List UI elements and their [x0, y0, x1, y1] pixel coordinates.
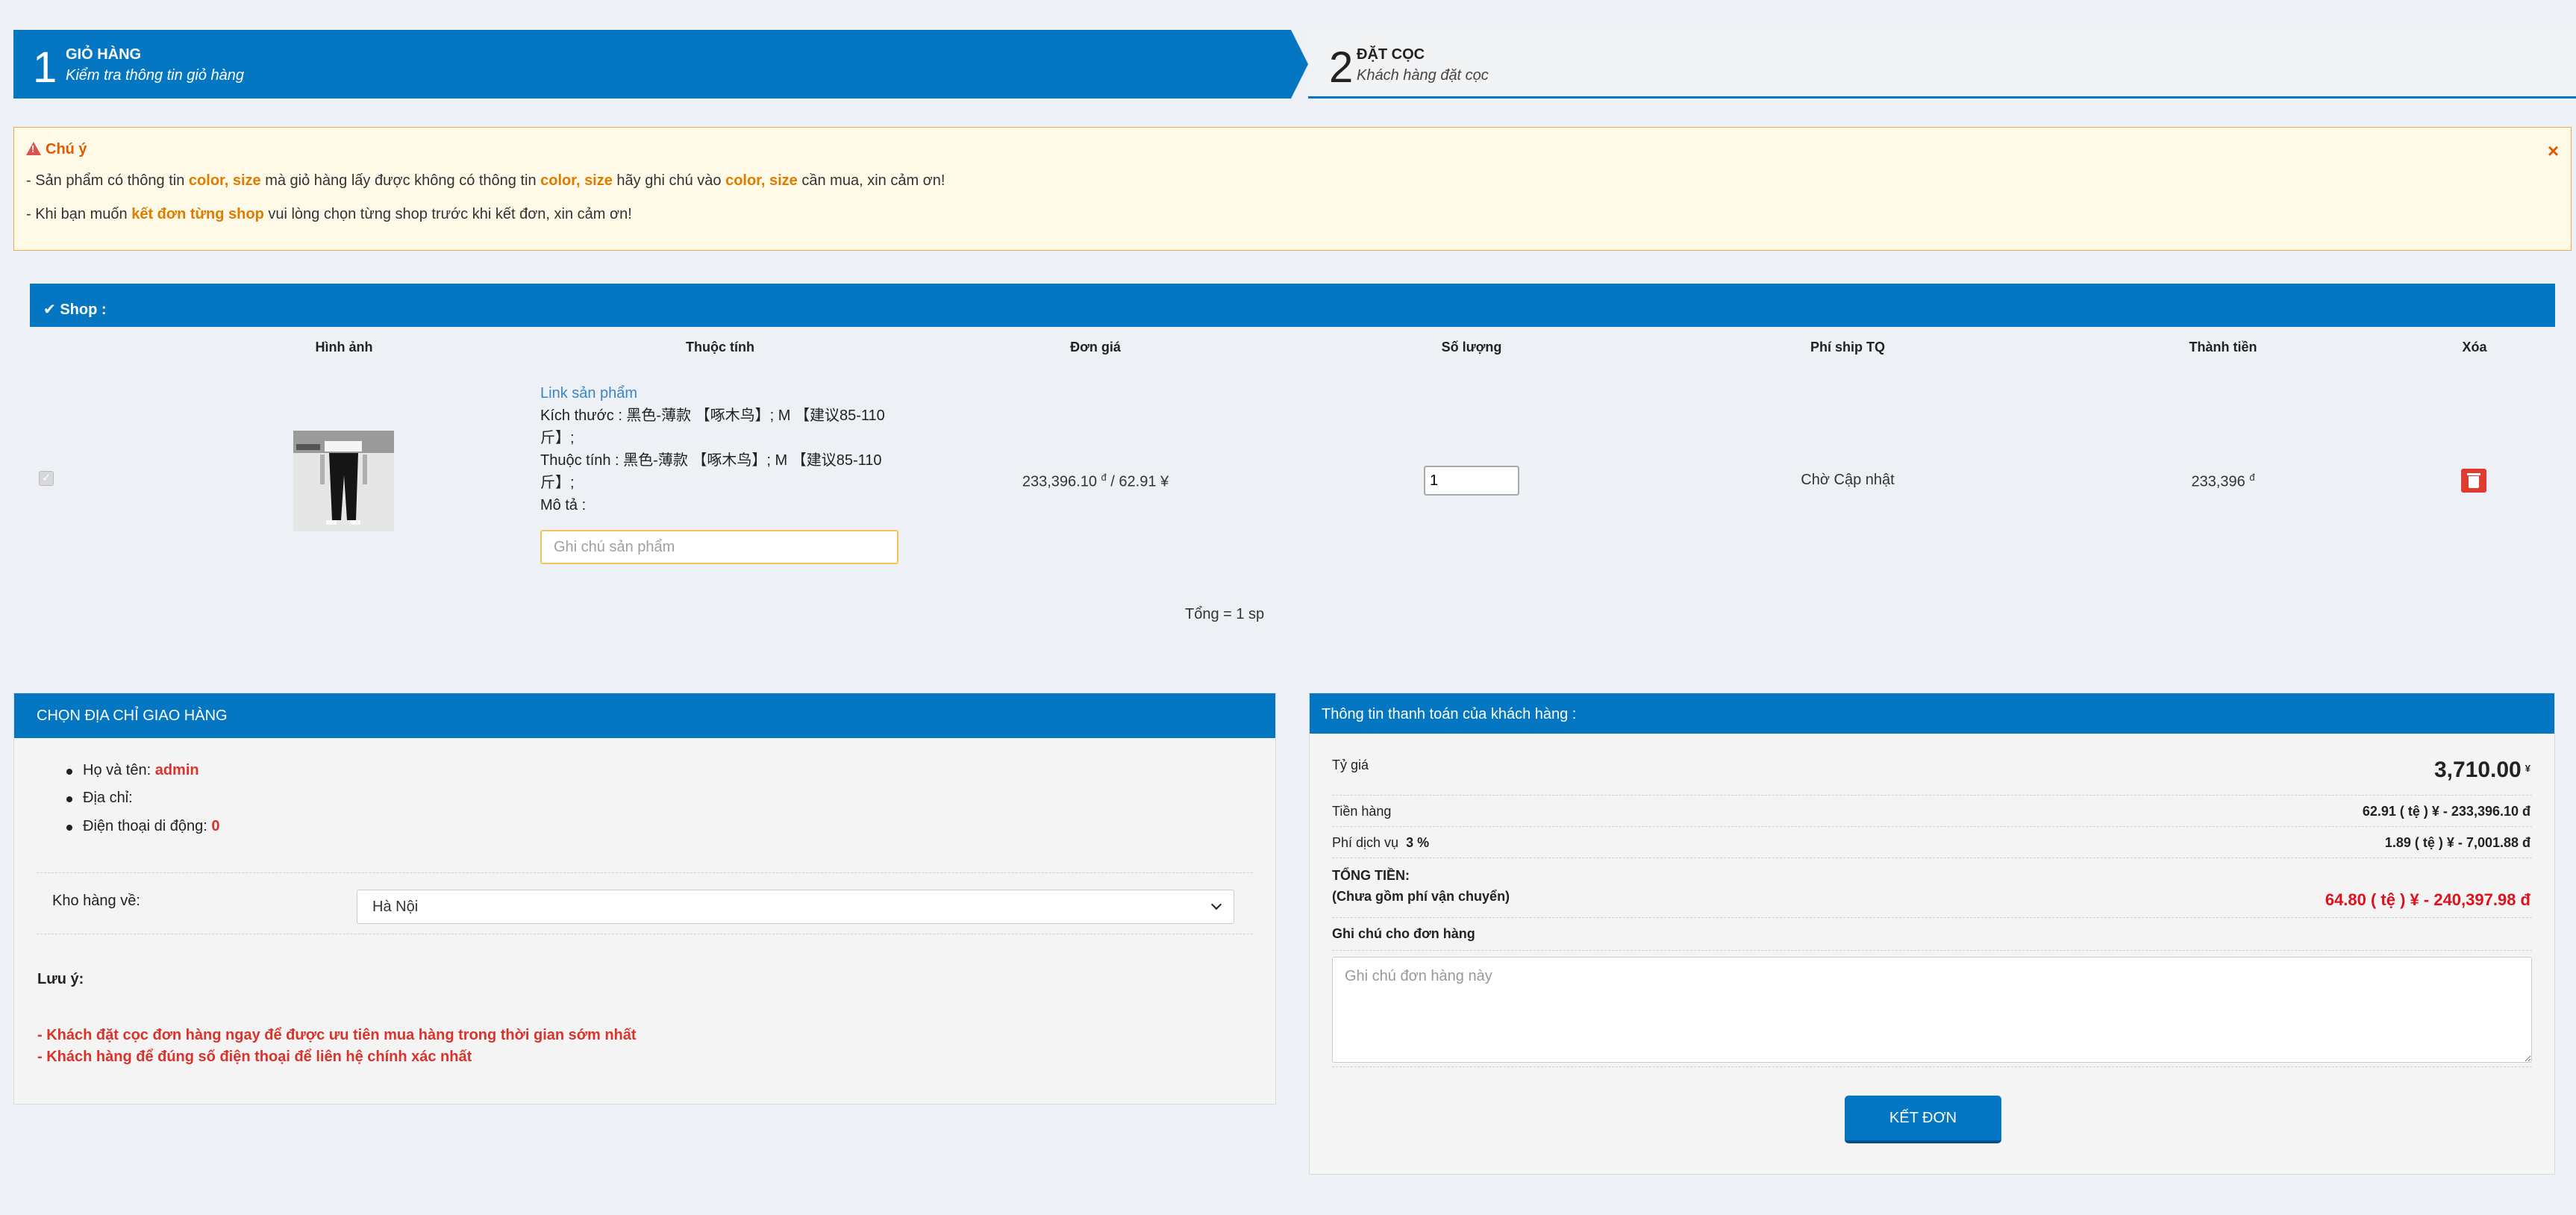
- yuan-symbol: ¥: [2525, 763, 2530, 774]
- currency-symbol: đ: [1101, 472, 1107, 483]
- product-note-input[interactable]: [540, 530, 898, 564]
- step-number: 1: [33, 43, 57, 92]
- ship-fee-value: Chờ Cập nhật: [1801, 472, 1895, 488]
- unit-price: 233,396.10 đ / 62.91 ¥: [1022, 472, 1169, 491]
- checkout-steps: 1 GIỎ HÀNG Kiểm tra thông tin giỏ hàng 2…: [13, 30, 2576, 99]
- attribute-line: 斤】;: [540, 475, 575, 491]
- notice-highlight: color, size: [188, 172, 261, 189]
- column-header-quantity: Số lượng: [1441, 340, 1502, 354]
- notice-text: mà giỏ hàng lấy được không có thông tin: [260, 172, 541, 189]
- divider: [1332, 795, 2532, 796]
- warehouse-label: Kho hàng về:: [52, 893, 140, 909]
- phone-label: Điện thoại di động:: [83, 818, 212, 834]
- total-count: Tổng = 1 sp: [1185, 606, 1265, 622]
- notice-line-2: - Khi bạn muốn kết đơn từng shop vui lòn…: [26, 206, 632, 223]
- column-header-delete: Xóa: [2462, 340, 2487, 354]
- customer-phone: Điện thoại di động: 0: [66, 818, 220, 835]
- product-link[interactable]: Link sản phẩm: [540, 382, 906, 405]
- divider: [1332, 826, 2532, 827]
- note-line: - Khách đặt cọc đơn hàng ngay để được ưu…: [37, 1027, 637, 1043]
- product-attributes: Link sản phẩm Kích thước : 黑色-薄款 【啄木鸟】; …: [540, 382, 906, 516]
- step-subtitle: Khách hàng đặt cọc: [1357, 67, 1489, 84]
- service-fee-text: Phí dịch vụ: [1332, 835, 1399, 850]
- divider: [37, 872, 1253, 873]
- warning-icon: [26, 142, 41, 155]
- size-line: 斤】;: [540, 430, 575, 446]
- total-label: TỔNG TIỀN:: [1332, 868, 1410, 883]
- step-subtitle: Kiểm tra thông tin giỏ hàng: [66, 67, 245, 84]
- currency-symbol: đ: [2249, 472, 2255, 483]
- chevron-down-icon: [1210, 899, 1222, 911]
- column-header-attributes: Thuộc tính: [686, 340, 754, 354]
- exchange-rate-label: Tỷ giá: [1332, 758, 1369, 772]
- goods-value: 62.91 ( tệ ) ¥ - 233,396.10 đ: [2362, 804, 2530, 819]
- service-fee-label: Phí dịch vụ 3 %: [1332, 835, 1429, 851]
- quantity-input[interactable]: [1424, 466, 1519, 496]
- item-checkbox[interactable]: ✓: [39, 471, 54, 486]
- exchange-rate-value: 3,710.00: [2433, 758, 2522, 782]
- notice-title-text: Chú ý: [46, 141, 87, 157]
- notice-text: - Sản phẩm có thông tin: [26, 172, 189, 189]
- phone-value: 0: [211, 818, 220, 834]
- trash-icon: [2467, 473, 2480, 475]
- note-line: - Khách hàng để đúng số điện thoại để li…: [37, 1049, 472, 1065]
- notice-text: cần mua, xin cảm ơn!: [797, 172, 945, 189]
- address-panel-header: CHỌN ĐỊA CHỈ GIAO HÀNG: [14, 693, 1275, 738]
- step-number: 2: [1329, 43, 1354, 92]
- notice-highlight: color, size: [540, 172, 613, 189]
- subtotal-value: 233,396 đ: [2191, 472, 2254, 491]
- notice-alert: Chú ý × - Sản phẩm có thông tin color, s…: [13, 127, 2572, 251]
- service-fee-percent: 3 %: [1406, 835, 1430, 850]
- total-value: 64.80 ( tệ ) ¥ - 240,397.98 đ: [2325, 890, 2530, 909]
- attribute-line: Thuộc tính : 黑色-薄款 【啄木鸟】; M 【建议85-110: [540, 452, 882, 469]
- notice-highlight: kết đơn từng shop: [131, 206, 264, 222]
- customer-address: Địa chỉ:: [66, 790, 133, 806]
- step-title: ĐẶT CỌC: [1357, 46, 1425, 63]
- customer-name: Họ và tên: admin: [66, 762, 199, 779]
- notice-text: hãy ghi chú vào: [612, 172, 726, 189]
- total-sublabel: (Chưa gồm phí vận chuyển): [1332, 889, 1510, 904]
- step-cart[interactable]: 1 GIỎ HÀNG Kiểm tra thông tin giỏ hàng: [13, 30, 1308, 99]
- notice-text: vui lòng chọn từng shop trước khi kết đơ…: [263, 206, 632, 222]
- notice-text: - Khi bạn muốn: [26, 206, 132, 222]
- shop-header[interactable]: ✔ Shop :: [30, 284, 2555, 327]
- step-title: GIỎ HÀNG: [66, 46, 142, 63]
- warehouse-selected-value: Hà Nội: [372, 899, 419, 915]
- name-label: Họ và tên:: [83, 762, 155, 778]
- check-icon[interactable]: ✔: [43, 302, 56, 318]
- column-header-subtotal: Thành tiền: [2189, 340, 2257, 354]
- order-note-textarea[interactable]: [1332, 957, 2532, 1063]
- notice-title: Chú ý: [26, 141, 87, 158]
- trash-icon-body: [2469, 476, 2479, 488]
- unit-price-cny: / 62.91 ¥: [1106, 473, 1169, 490]
- column-header-unit-price: Đơn giá: [1070, 340, 1121, 354]
- notice-highlight: color, size: [725, 172, 798, 189]
- delete-button[interactable]: [2461, 469, 2486, 493]
- product-image[interactable]: [293, 431, 394, 531]
- payment-panel-header: Thông tin thanh toán của khách hàng :: [1310, 693, 2554, 734]
- description-line: Mô tả :: [540, 497, 587, 513]
- service-fee-value: 1.89 ( tệ ) ¥ - 7,001.88 đ: [2384, 835, 2530, 850]
- order-note-label: Ghi chú cho đơn hàng: [1332, 926, 1475, 941]
- warehouse-select[interactable]: Hà Nội: [357, 890, 1234, 924]
- submit-order-button[interactable]: KẾT ĐƠN: [1845, 1096, 2001, 1143]
- divider: [1332, 917, 2532, 918]
- close-icon[interactable]: ×: [2548, 140, 2559, 163]
- name-value: admin: [154, 762, 199, 778]
- notice-line-1: - Sản phẩm có thông tin color, size mà g…: [26, 172, 945, 190]
- shop-label: Shop :: [60, 302, 107, 318]
- size-line: Kích thước : 黑色-薄款 【啄木鸟】; M 【建议85-110: [540, 407, 885, 424]
- column-header-ship-fee: Phí ship TQ: [1810, 340, 1886, 354]
- unit-price-vnd: 233,396.10: [1022, 473, 1097, 490]
- column-header-image: Hình ảnh: [315, 340, 373, 354]
- step-deposit[interactable]: 2 ĐẶT CỌC Khách hàng đặt cọc: [1308, 30, 2576, 99]
- goods-label: Tiền hàng: [1332, 804, 1392, 819]
- divider: [1332, 1066, 2532, 1067]
- subtotal-amount: 233,396: [2191, 473, 2245, 490]
- exchange-rate: 3,710.00 ¥: [2434, 758, 2530, 783]
- divider: [1332, 950, 2532, 951]
- note-title: Lưu ý:: [37, 971, 84, 987]
- product-thumbnail: [293, 431, 394, 531]
